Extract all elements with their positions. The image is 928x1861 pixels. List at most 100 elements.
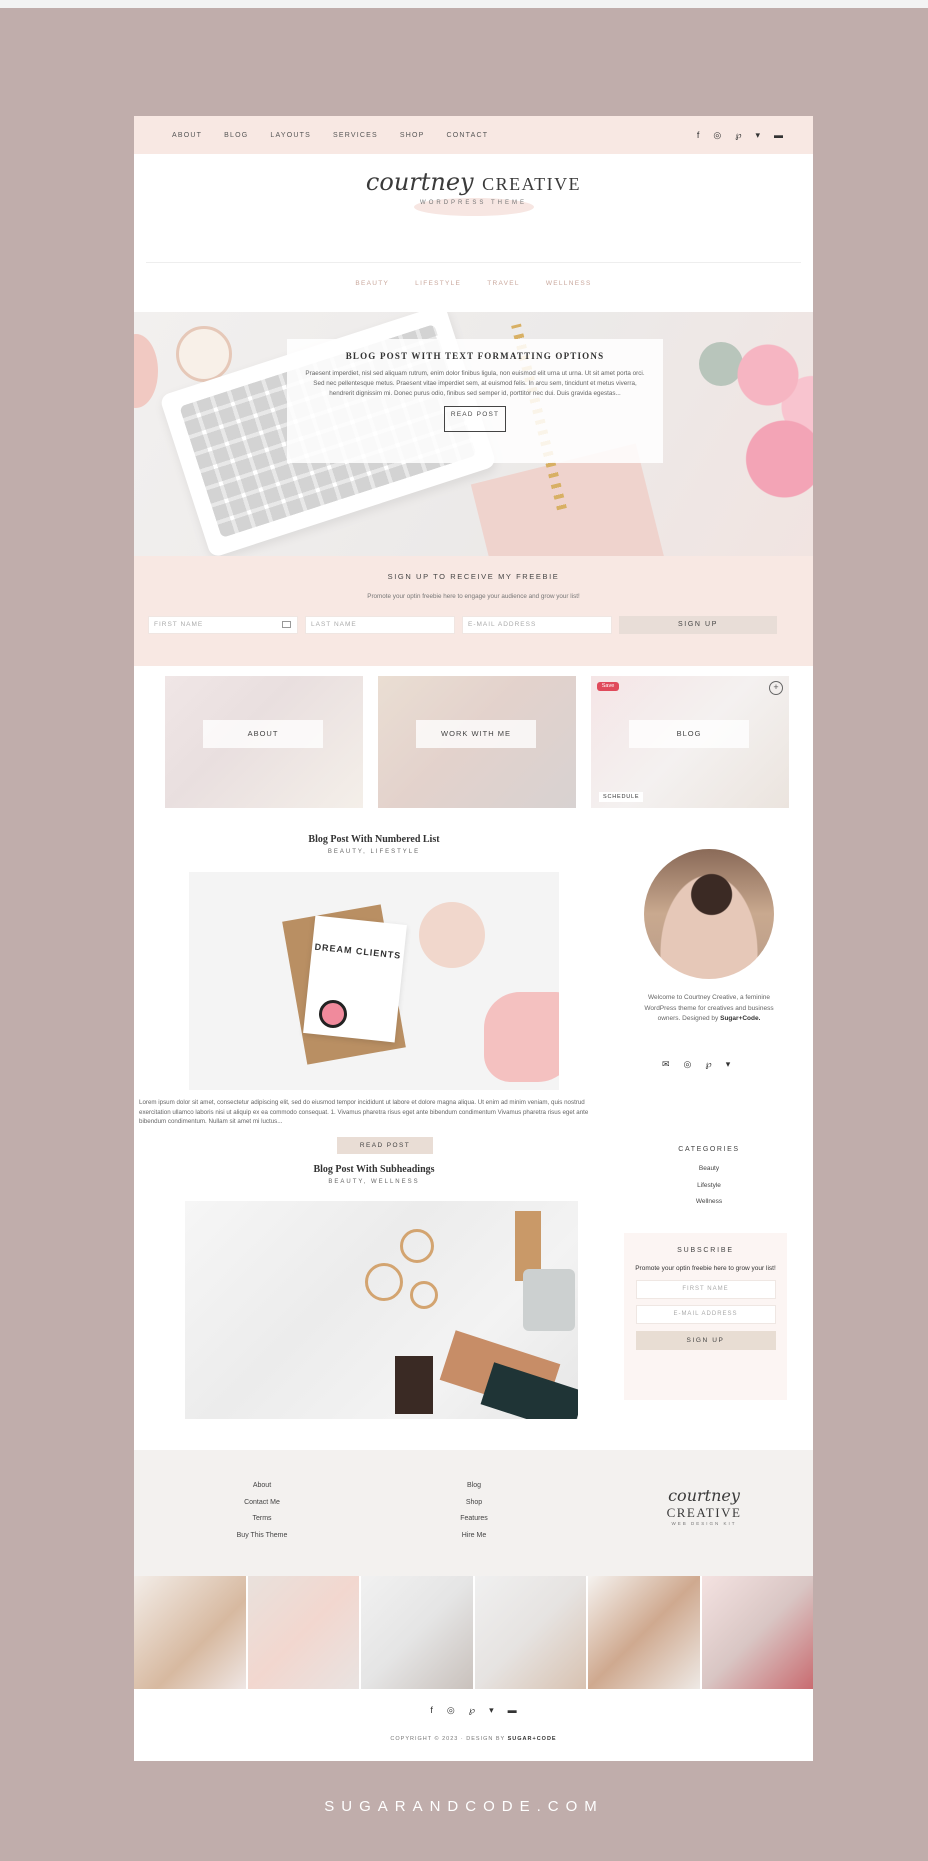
footer-link-terms[interactable]: Terms bbox=[212, 1511, 312, 1528]
footer-logo[interactable]: courtney CREATIVE WEB DESIGN KIT bbox=[639, 1486, 769, 1526]
top-navigation: ABOUT BLOG LAYOUTS SERVICES SHOP CONTACT… bbox=[134, 116, 813, 154]
gallery-image[interactable] bbox=[361, 1576, 473, 1689]
chocolate-photo bbox=[395, 1356, 433, 1414]
optin-title: SIGN UP TO RECEIVE MY FREEBIE bbox=[387, 572, 560, 581]
hero-post-title[interactable]: BLOG POST WITH TEXT FORMATTING OPTIONS bbox=[287, 351, 663, 361]
cat-nav-lifestyle[interactable]: LIFESTYLE bbox=[415, 280, 461, 287]
optin-form: FIRST NAME LAST NAME E-MAIL ADDRESS SIGN… bbox=[148, 616, 777, 634]
ring-photo bbox=[400, 1229, 434, 1263]
categories-list: Beauty Lifestyle Wellness bbox=[634, 1161, 784, 1211]
footer-logo-subtitle: WEB DESIGN KIT bbox=[671, 1521, 737, 1526]
twitter-icon[interactable]: ▾ bbox=[755, 130, 760, 140]
facebook-icon[interactable]: f bbox=[430, 1706, 433, 1715]
last-name-field[interactable]: LAST NAME bbox=[305, 616, 455, 634]
post1-excerpt: Lorem ipsum dolor sit amet, consectetur … bbox=[139, 1099, 589, 1126]
subscribe-title: SUBSCRIBE bbox=[677, 1247, 734, 1254]
post2-categories[interactable]: BEAUTY, WELLNESS bbox=[184, 1179, 564, 1185]
gallery-image[interactable] bbox=[588, 1576, 700, 1689]
first-name-field[interactable]: FIRST NAME bbox=[148, 616, 298, 634]
hero-flowers-photo bbox=[724, 312, 813, 522]
top-nav-links: ABOUT BLOG LAYOUTS SERVICES SHOP CONTACT bbox=[172, 116, 488, 154]
subscribe-description: Promote your optin freebie here to grow … bbox=[635, 1265, 776, 1272]
hero-post-excerpt: Praesent imperdiet, nisl sed aliquam rut… bbox=[305, 370, 645, 397]
nav-item-services[interactable]: SERVICES bbox=[333, 132, 378, 139]
contact-card-icon bbox=[282, 621, 291, 628]
copyright-brand-link[interactable]: SUGAR+CODE bbox=[508, 1736, 557, 1742]
pinterest-icon[interactable]: ℘ bbox=[735, 130, 741, 140]
footer-link-buy-theme[interactable]: Buy This Theme bbox=[212, 1528, 312, 1545]
nav-item-shop[interactable]: SHOP bbox=[400, 132, 425, 139]
footer-link-about[interactable]: About bbox=[212, 1478, 312, 1495]
subscribe-email-field[interactable]: E-MAIL ADDRESS bbox=[635, 1304, 776, 1324]
subscribe-first-name-field[interactable]: FIRST NAME bbox=[635, 1279, 776, 1299]
category-navigation: BEAUTY LIFESTYLE TRAVEL WELLNESS bbox=[134, 280, 813, 287]
post1-categories[interactable]: BEAUTY, LIFESTYLE bbox=[184, 849, 564, 855]
post2-title[interactable]: Blog Post With Subheadings bbox=[184, 1164, 564, 1175]
youtube-icon[interactable]: ▬ bbox=[774, 130, 783, 140]
post1-read-post-button[interactable]: READ POST bbox=[337, 1137, 433, 1154]
nav-item-about[interactable]: ABOUT bbox=[172, 132, 202, 139]
post2-featured-image[interactable] bbox=[185, 1201, 578, 1419]
footer-link-shop[interactable]: Shop bbox=[424, 1495, 524, 1512]
post1-header: Blog Post With Numbered List BEAUTY, LIF… bbox=[184, 834, 564, 855]
instagram-icon[interactable]: ◎ bbox=[684, 1060, 692, 1069]
bio-brand-link[interactable]: Sugar+Code. bbox=[720, 1015, 760, 1022]
optin-sign-up-button[interactable]: SIGN UP bbox=[619, 616, 777, 634]
post1-title[interactable]: Blog Post With Numbered List bbox=[184, 834, 564, 845]
facebook-icon[interactable]: f bbox=[697, 130, 700, 140]
cat-nav-wellness[interactable]: WELLNESS bbox=[546, 280, 592, 287]
about-tile[interactable]: ABOUT bbox=[165, 676, 363, 808]
logo-script: courtney bbox=[365, 168, 474, 196]
post2-header: Blog Post With Subheadings BEAUTY, WELLN… bbox=[184, 1164, 564, 1185]
footer-link-hire-me[interactable]: Hire Me bbox=[424, 1528, 524, 1545]
subscribe-sign-up-button[interactable]: SIGN UP bbox=[635, 1330, 776, 1350]
site-logo[interactable]: courtney CREATIVE WORDPRESS THEME bbox=[134, 168, 813, 216]
nav-item-layouts[interactable]: LAYOUTS bbox=[270, 132, 311, 139]
footer-column-2: Blog Shop Features Hire Me bbox=[424, 1478, 524, 1544]
footer-link-contact[interactable]: Contact Me bbox=[212, 1495, 312, 1512]
categories-heading: CATEGORIES bbox=[678, 1146, 740, 1153]
footer-logo-caps: CREATIVE bbox=[666, 1505, 742, 1520]
twitter-icon[interactable]: ▾ bbox=[489, 1706, 494, 1715]
instagram-icon[interactable]: ◎ bbox=[447, 1706, 455, 1715]
logo-caps: CREATIVE bbox=[482, 174, 582, 194]
schedule-button[interactable]: SCHEDULE bbox=[599, 792, 644, 802]
pinterest-icon[interactable]: ℘ bbox=[469, 1706, 475, 1715]
nav-item-blog[interactable]: BLOG bbox=[224, 132, 248, 139]
gallery-image[interactable] bbox=[134, 1576, 246, 1689]
instagram-gallery bbox=[134, 1576, 813, 1689]
twitter-icon[interactable]: ▾ bbox=[726, 1060, 731, 1069]
category-beauty[interactable]: Beauty bbox=[634, 1161, 784, 1178]
hero-bowl-photo bbox=[134, 334, 158, 408]
instagram-icon[interactable]: ◎ bbox=[713, 130, 721, 140]
logo-subtitle: WORDPRESS THEME bbox=[420, 200, 527, 206]
footer-social-icons: f ◎ ℘ ▾ ▬ bbox=[134, 1706, 813, 1715]
footer-link-features[interactable]: Features bbox=[424, 1511, 524, 1528]
footer-link-blog[interactable]: Blog bbox=[424, 1478, 524, 1495]
expand-icon[interactable]: + bbox=[769, 681, 783, 695]
about-tile-label: ABOUT bbox=[203, 720, 323, 748]
blog-tile[interactable]: Save + BLOG SCHEDULE bbox=[591, 676, 789, 808]
cat-nav-travel[interactable]: TRAVEL bbox=[487, 280, 520, 287]
youtube-icon[interactable]: ▬ bbox=[508, 1706, 517, 1715]
pinterest-save-button[interactable]: Save bbox=[597, 682, 619, 691]
post1-featured-image[interactable]: DREAM CLIENTS bbox=[189, 872, 559, 1090]
hero-read-post-button[interactable]: READ POST bbox=[444, 406, 506, 433]
gallery-image[interactable] bbox=[701, 1576, 813, 1689]
category-wellness[interactable]: Wellness bbox=[634, 1194, 784, 1211]
nav-item-contact[interactable]: CONTACT bbox=[446, 132, 488, 139]
category-lifestyle[interactable]: Lifestyle bbox=[634, 1178, 784, 1195]
dish-photo bbox=[419, 902, 485, 968]
email-icon[interactable]: ✉ bbox=[662, 1060, 670, 1069]
dream-clients-card: DREAM CLIENTS bbox=[303, 915, 407, 1043]
cat-nav-beauty[interactable]: BEAUTY bbox=[355, 280, 389, 287]
author-bio: Welcome to Courtney Creative, a feminine… bbox=[644, 994, 774, 1023]
hero-candle-photo bbox=[176, 326, 232, 382]
pink-cloth-photo bbox=[484, 992, 559, 1082]
work-with-me-tile[interactable]: WORK WITH ME bbox=[378, 676, 576, 808]
subscribe-widget: SUBSCRIBE Promote your optin freebie her… bbox=[624, 1233, 787, 1400]
pinterest-icon[interactable]: ℘ bbox=[705, 1060, 711, 1069]
gallery-image[interactable] bbox=[474, 1576, 586, 1689]
email-field[interactable]: E-MAIL ADDRESS bbox=[462, 616, 612, 634]
gallery-image[interactable] bbox=[247, 1576, 359, 1689]
